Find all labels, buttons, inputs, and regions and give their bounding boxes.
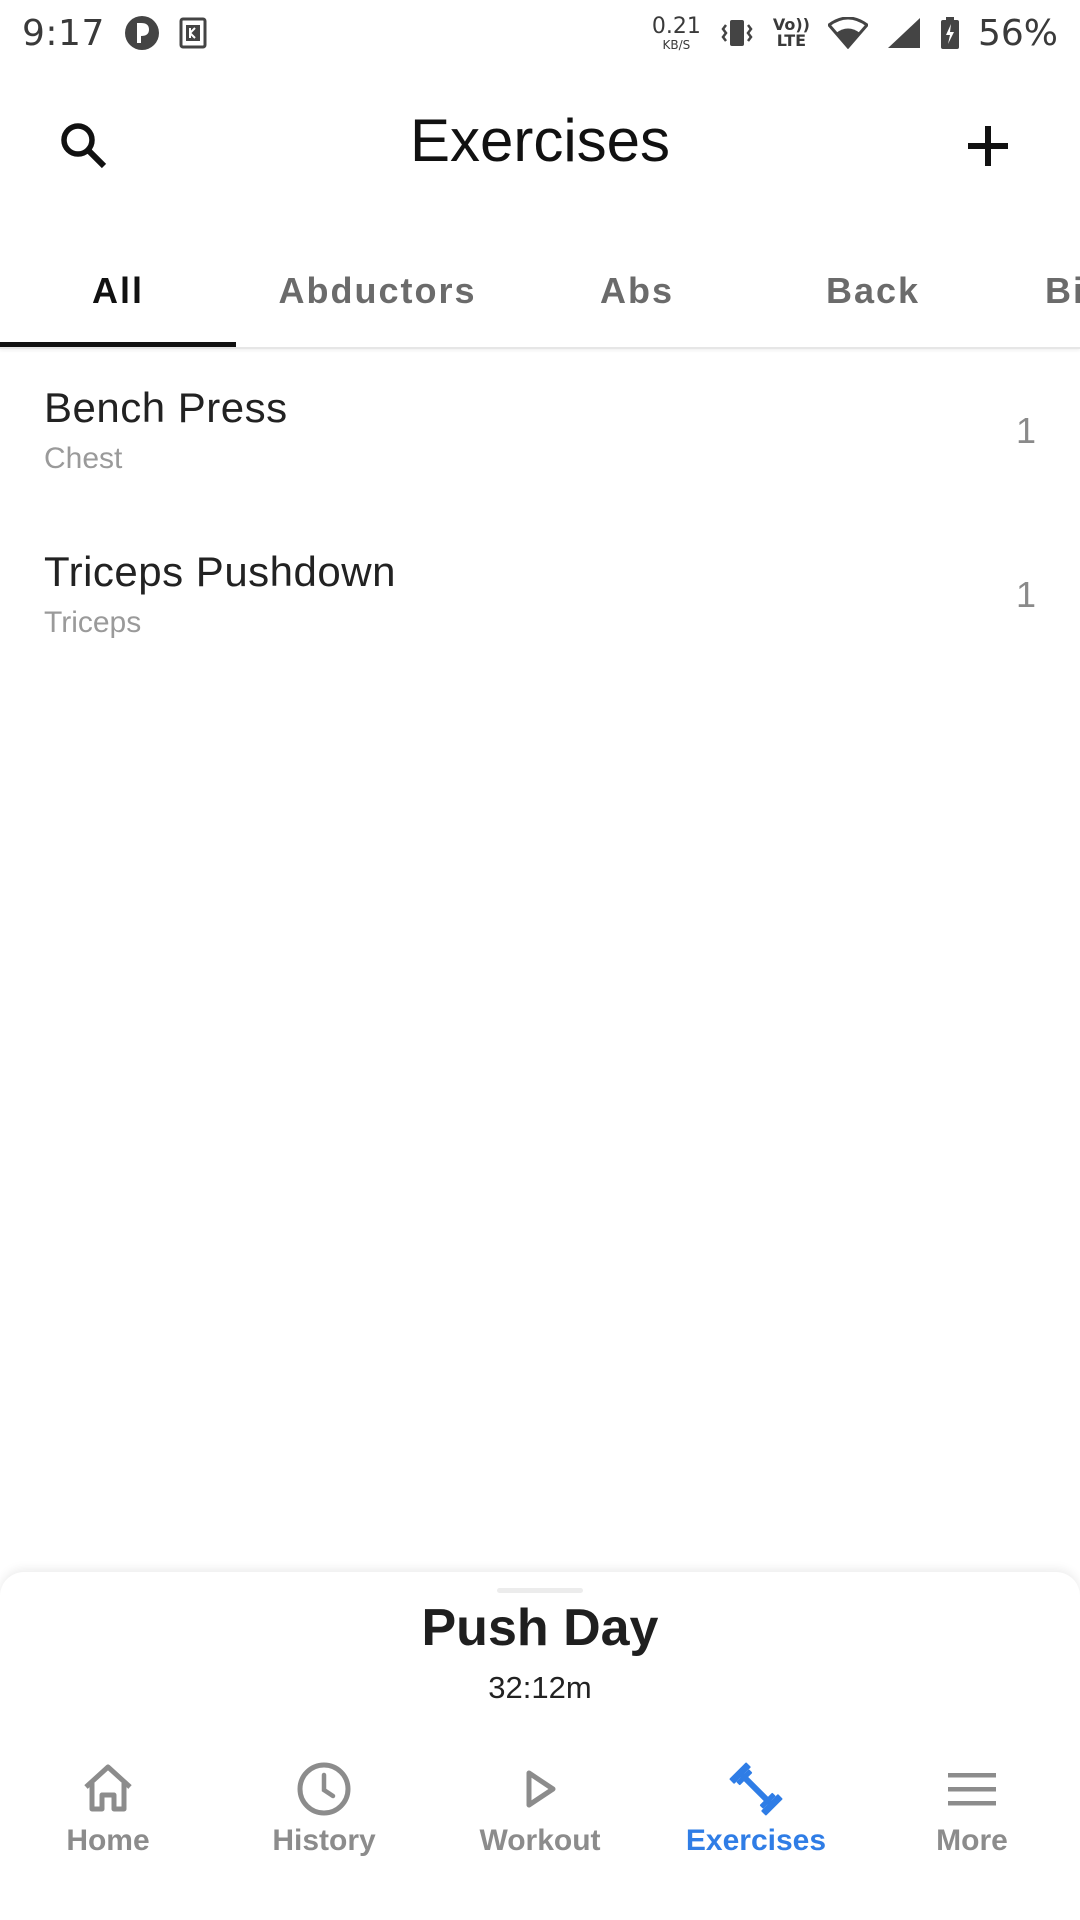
home-icon	[80, 1754, 136, 1824]
nav-exercises-label: Exercises	[685, 1824, 827, 1857]
nav-exercises[interactable]: Exercises	[648, 1740, 864, 1880]
nav-history[interactable]: History	[216, 1740, 432, 1880]
app-bar: Exercises	[0, 76, 1080, 214]
app-notification-icon	[123, 14, 161, 52]
list-item[interactable]: Triceps Pushdown Triceps 1	[0, 512, 1080, 676]
bottom-navigation: Home History Workout Exercises More	[0, 1740, 1080, 1880]
nav-home[interactable]: Home	[0, 1740, 216, 1880]
exercise-name: Bench Press	[44, 384, 288, 431]
exercise-name: Triceps Pushdown	[44, 548, 396, 595]
tab-all[interactable]: All	[0, 234, 236, 347]
add-exercise-button[interactable]	[948, 106, 1028, 186]
nav-more-label: More	[936, 1824, 1008, 1857]
menu-icon	[946, 1754, 998, 1824]
dumbbell-icon	[726, 1754, 786, 1824]
tab-abs[interactable]: Abs	[519, 234, 755, 347]
tab-back[interactable]: Back	[755, 234, 991, 347]
nav-more[interactable]: More	[864, 1740, 1080, 1880]
plus-icon	[968, 126, 1008, 166]
exercise-muscle-group: Triceps	[44, 606, 142, 639]
status-right: 0.21 KB/S Vo)) LTE 56%	[652, 13, 1058, 54]
status-left: 9:17	[22, 13, 207, 54]
nav-home-label: Home	[66, 1824, 150, 1857]
status-bar: 9:17 0.21 KB/S Vo)) LTE 56%	[0, 0, 1080, 66]
volte-icon: Vo)) LTE	[773, 17, 810, 49]
drag-handle[interactable]	[497, 1588, 583, 1593]
exercise-count: 1	[1015, 410, 1036, 451]
list-item[interactable]: Bench Press Chest 1	[0, 348, 1080, 512]
cell-signal-icon	[886, 16, 922, 50]
battery-charging-icon	[940, 16, 960, 50]
exercise-muscle-group: Chest	[44, 442, 123, 475]
tab-biceps-partial[interactable]: Bi	[991, 234, 1080, 347]
workout-name: Push Day	[421, 1599, 659, 1657]
workout-timer: 32:12m	[488, 1670, 592, 1705]
clock-icon	[295, 1754, 353, 1824]
k-app-notification-icon	[179, 17, 207, 49]
exercise-list: Bench Press Chest 1 Triceps Pushdown Tri…	[0, 348, 1080, 676]
page-title: Exercises	[409, 107, 671, 174]
wifi-icon	[827, 17, 868, 49]
nav-workout[interactable]: Workout	[432, 1740, 648, 1880]
tab-abductors[interactable]: Abductors	[236, 234, 519, 347]
play-icon	[515, 1754, 565, 1824]
nav-history-label: History	[272, 1824, 376, 1857]
network-speed-value: 0.21	[651, 13, 701, 39]
status-time: 9:17	[22, 12, 105, 54]
vibrate-icon	[719, 17, 755, 49]
network-speed: 0.21 KB/S	[651, 13, 701, 52]
battery-percent: 56%	[977, 12, 1058, 54]
volte-bottom-text: LTE	[776, 31, 807, 50]
nav-workout-label: Workout	[479, 1824, 601, 1857]
muscle-group-tabs: All Abductors Abs Back Bi	[0, 234, 1080, 349]
exercise-count: 1	[1015, 574, 1036, 615]
network-speed-unit: KB/S	[662, 37, 691, 52]
